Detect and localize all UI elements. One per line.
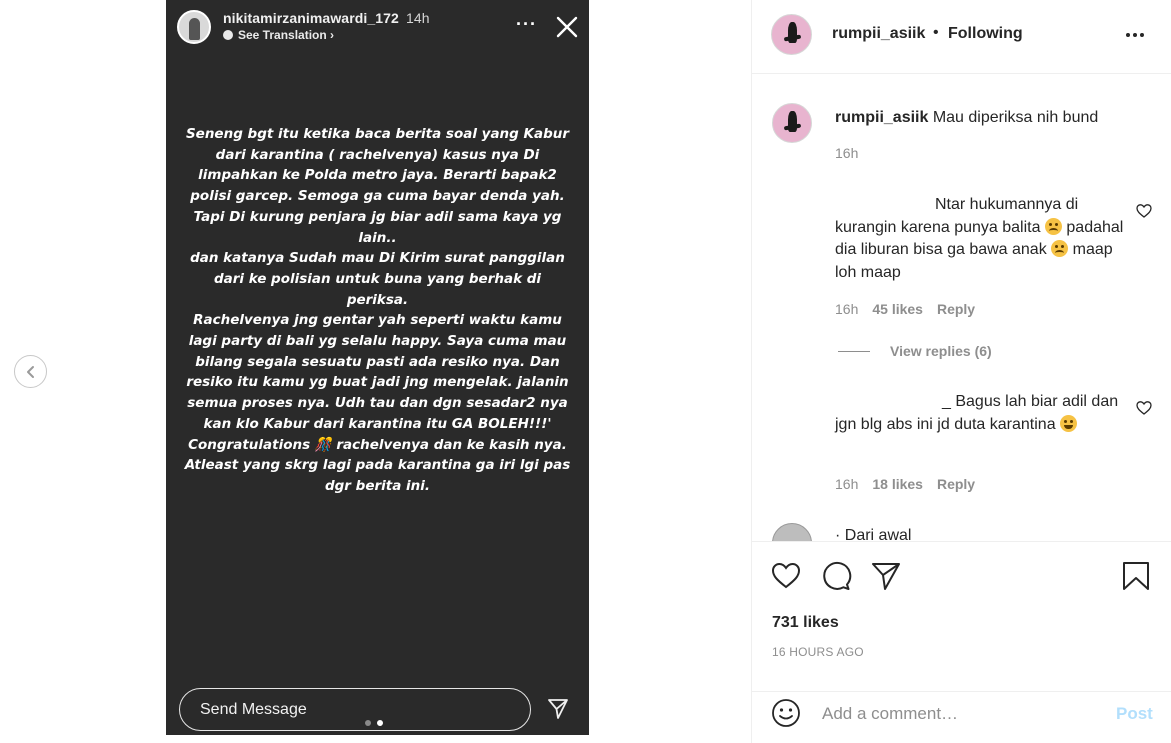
story-text: Seneng bgt itu ketika baca berita soal y… [181, 124, 574, 497]
post-timestamp[interactable]: 16 HOURS AGO [772, 645, 864, 659]
more-options-icon[interactable] [1124, 24, 1146, 46]
comment-meta: 16h 18 likes Reply [835, 476, 975, 492]
send-icon [548, 699, 568, 719]
story-paragraph: Congratulations 🎊 rachelvenya dan ke kas… [184, 436, 571, 494]
view-replies-button[interactable]: View replies (6) [838, 343, 992, 359]
comment-reply-button[interactable]: Reply [937, 476, 975, 492]
story-username: nikitamirzanimawardi_172 14h [223, 10, 430, 26]
post-details-panel: rumpii_asiik • Following rumpii_asiik Ma… [751, 0, 1171, 743]
see-translation-text: See Translation › [238, 28, 335, 42]
add-comment-bar: Post [752, 691, 1171, 743]
chevron-left-icon [26, 365, 34, 378]
following-button[interactable]: Following [948, 25, 1023, 43]
caption-username[interactable]: rumpii_asiik [835, 109, 928, 126]
author-avatar[interactable] [771, 14, 812, 55]
caption-text: Mau diperiksa nih bund [932, 109, 1099, 126]
story-avatar [177, 10, 211, 44]
post-actions: 731 likes 16 HOURS AGO [752, 541, 1171, 691]
sad-emoji-icon [1044, 217, 1062, 235]
laughing-emoji-icon [1060, 414, 1078, 432]
story-time: 14h [405, 10, 430, 26]
close-icon [556, 16, 578, 38]
comment-text-partial: · Dari awal [835, 527, 912, 541]
comment-likes[interactable]: 45 likes [872, 301, 923, 317]
comment-icon[interactable] [820, 560, 852, 592]
story-username-text: nikitamirzanimawardi_172 [223, 10, 399, 26]
like-heart-icon[interactable] [770, 560, 802, 592]
smile-icon[interactable] [771, 698, 801, 728]
story-more-icon: ··· [516, 14, 537, 34]
caption-avatar[interactable] [772, 103, 812, 143]
story-paragraph: Rachelvenya jng gentar yah seperti waktu… [186, 312, 569, 432]
comment-text: Ntar hukumannya di kurangin karena punya… [835, 194, 1125, 284]
caption-time[interactable]: 16h [835, 145, 858, 161]
comment-text-part: Ntar hukumannya di kurangin karena punya… [835, 196, 1079, 236]
sad-emoji-icon [1051, 240, 1069, 257]
view-replies-text[interactable]: View replies (6) [890, 343, 992, 359]
comment-like-heart-icon[interactable] [1136, 203, 1152, 219]
comment-time[interactable]: 16h [835, 476, 858, 492]
post-comment-button[interactable]: Post [1116, 704, 1153, 724]
comments-list[interactable]: rumpii_asiik Mau diperiksa nih bund 16h … [752, 75, 1171, 541]
view-replies-line [838, 350, 870, 352]
story-progress-dots [365, 720, 383, 726]
post-media-area: nikitamirzanimawardi_172 14h See Translat… [0, 0, 751, 743]
comment-like-heart-icon[interactable] [1136, 400, 1152, 416]
post-header: rumpii_asiik • Following [752, 0, 1171, 74]
comment-likes[interactable]: 18 likes [872, 476, 923, 492]
comment-input[interactable] [822, 702, 1102, 726]
comment-reply-button[interactable]: Reply [937, 301, 975, 317]
likes-count[interactable]: 731 likes [772, 614, 839, 632]
comment-time[interactable]: 16h [835, 301, 858, 317]
comment-meta: 16h 45 likes Reply [835, 301, 975, 317]
story-image: nikitamirzanimawardi_172 14h See Translat… [166, 0, 589, 735]
story-send-message-field: Send Message [179, 688, 531, 731]
comment-row-partial: · Dari awal [772, 523, 1171, 541]
previous-post-button[interactable] [14, 355, 47, 388]
story-dot-active [377, 720, 383, 726]
commenter-avatar[interactable] [772, 523, 812, 541]
bookmark-icon[interactable] [1120, 560, 1152, 592]
globe-icon [223, 30, 233, 40]
comment-text: _ Bagus lah biar adil dan jgn blg abs in… [835, 391, 1125, 436]
story-paragraph: Seneng bgt itu ketika baca berita soal y… [185, 126, 570, 246]
caption: rumpii_asiik Mau diperiksa nih bund [835, 107, 1145, 129]
share-icon[interactable] [870, 560, 902, 592]
header-separator: • [933, 24, 939, 41]
story-paragraph: dan katanya Sudah mau Di Kirim surat pan… [190, 250, 565, 308]
author-username-link[interactable]: rumpii_asiik [832, 25, 925, 43]
see-translation-link: See Translation › [223, 28, 334, 42]
story-dot [365, 720, 371, 726]
